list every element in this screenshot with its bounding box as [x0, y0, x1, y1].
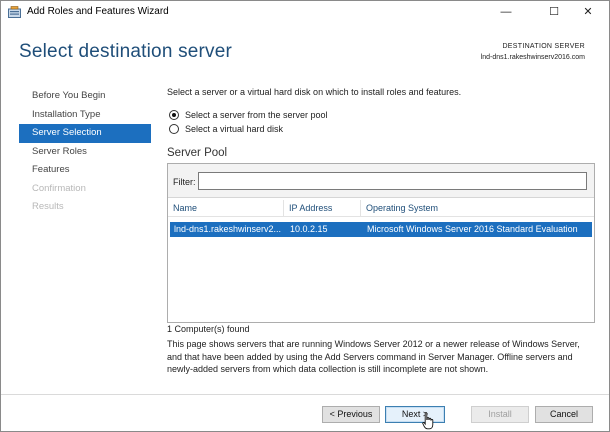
server-pool-description: This page shows servers that are running… [167, 339, 580, 374]
column-header-operating-system[interactable]: Operating System [361, 200, 594, 217]
hand-cursor-icon [422, 412, 434, 430]
filter-bar: Filter: [168, 164, 594, 198]
radio-virtual-hard-disk-label: Select a virtual hard disk [185, 123, 284, 134]
column-header-ip-address[interactable]: IP Address [284, 200, 361, 217]
nav-item-server-roles[interactable]: Server Roles [19, 143, 151, 162]
nav-item-features[interactable]: Features [19, 161, 151, 180]
next-button[interactable]: Next > [385, 406, 445, 423]
previous-button[interactable]: < Previous [322, 406, 380, 423]
cell-ip-address: 10.0.2.15 [290, 224, 328, 234]
close-button[interactable]: ✕ [567, 1, 609, 23]
cell-operating-system: Microsoft Windows Server 2016 Standard E… [367, 224, 578, 234]
table-row[interactable]: lnd-dns1.rakeshwinserv2... 10.0.2.15 Mic… [170, 222, 592, 237]
filter-input[interactable] [198, 172, 587, 190]
nav-item-results: Results [32, 201, 64, 212]
wizard-nav: Before You Begin Installation Type Serve… [19, 87, 151, 217]
radio-virtual-hard-disk[interactable]: Select a virtual hard disk [169, 122, 283, 135]
page-title: Select destination server [19, 41, 233, 62]
minimize-button[interactable]: — [485, 1, 527, 23]
radio-server-pool-label: Select a server from the server pool [185, 109, 328, 120]
cancel-button[interactable]: Cancel [535, 406, 593, 423]
instruction-text: Select a server or a virtual hard disk o… [167, 87, 462, 97]
wizard-window: Add Roles and Features Wizard — ☐ ✕ Sele… [0, 0, 610, 432]
destination-server-value: lnd-dns1.rakeshwinserv2016.com [480, 54, 585, 61]
nav-item-confirmation: Confirmation [32, 182, 86, 194]
nav-item-server-selection[interactable]: Server Selection [19, 124, 151, 143]
nav-item-before-you-begin[interactable]: Before You Begin [19, 87, 151, 106]
server-pool-panel: Filter: Name IP Address Operating System… [167, 163, 595, 323]
radio-button-unchecked[interactable] [169, 123, 179, 134]
nav-item-installation-type[interactable]: Installation Type [19, 106, 151, 125]
filter-label: Filter: [173, 177, 196, 187]
server-grid-header: Name IP Address Operating System [168, 200, 594, 217]
server-manager-icon [8, 6, 21, 18]
install-button: Install [471, 406, 529, 423]
title-bar[interactable]: Add Roles and Features Wizard — ☐ ✕ [1, 1, 609, 23]
radio-server-pool[interactable]: Select a server from the server pool [169, 108, 328, 121]
computers-found-count: 1 Computer(s) found [167, 324, 250, 334]
destination-server-label: DESTINATION SERVER [502, 43, 585, 50]
radio-button-checked[interactable] [169, 109, 179, 120]
column-header-name[interactable]: Name [168, 200, 284, 217]
server-pool-title: Server Pool [167, 147, 228, 159]
window-title: Add Roles and Features Wizard [27, 6, 169, 17]
footer-divider [1, 394, 609, 395]
cell-server-name: lnd-dns1.rakeshwinserv2... [174, 224, 282, 234]
